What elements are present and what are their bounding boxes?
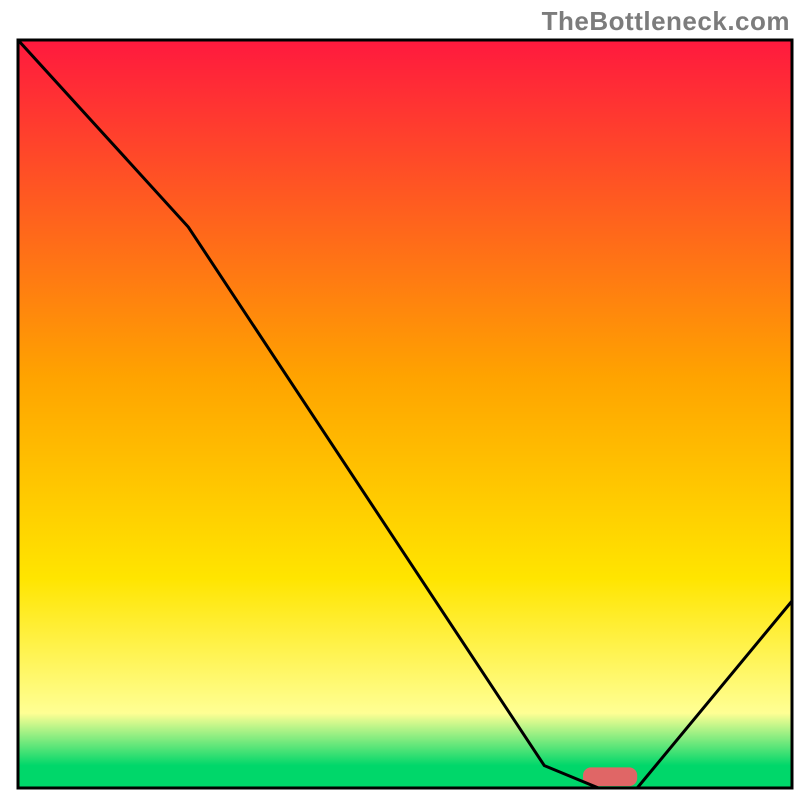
plot-area: [18, 40, 792, 788]
optimum-marker: [583, 767, 637, 786]
gradient-background: [18, 40, 792, 788]
chart-stage: TheBottleneck.com: [0, 0, 800, 800]
bottleneck-plot: [0, 0, 800, 800]
watermark-text: TheBottleneck.com: [542, 6, 790, 37]
